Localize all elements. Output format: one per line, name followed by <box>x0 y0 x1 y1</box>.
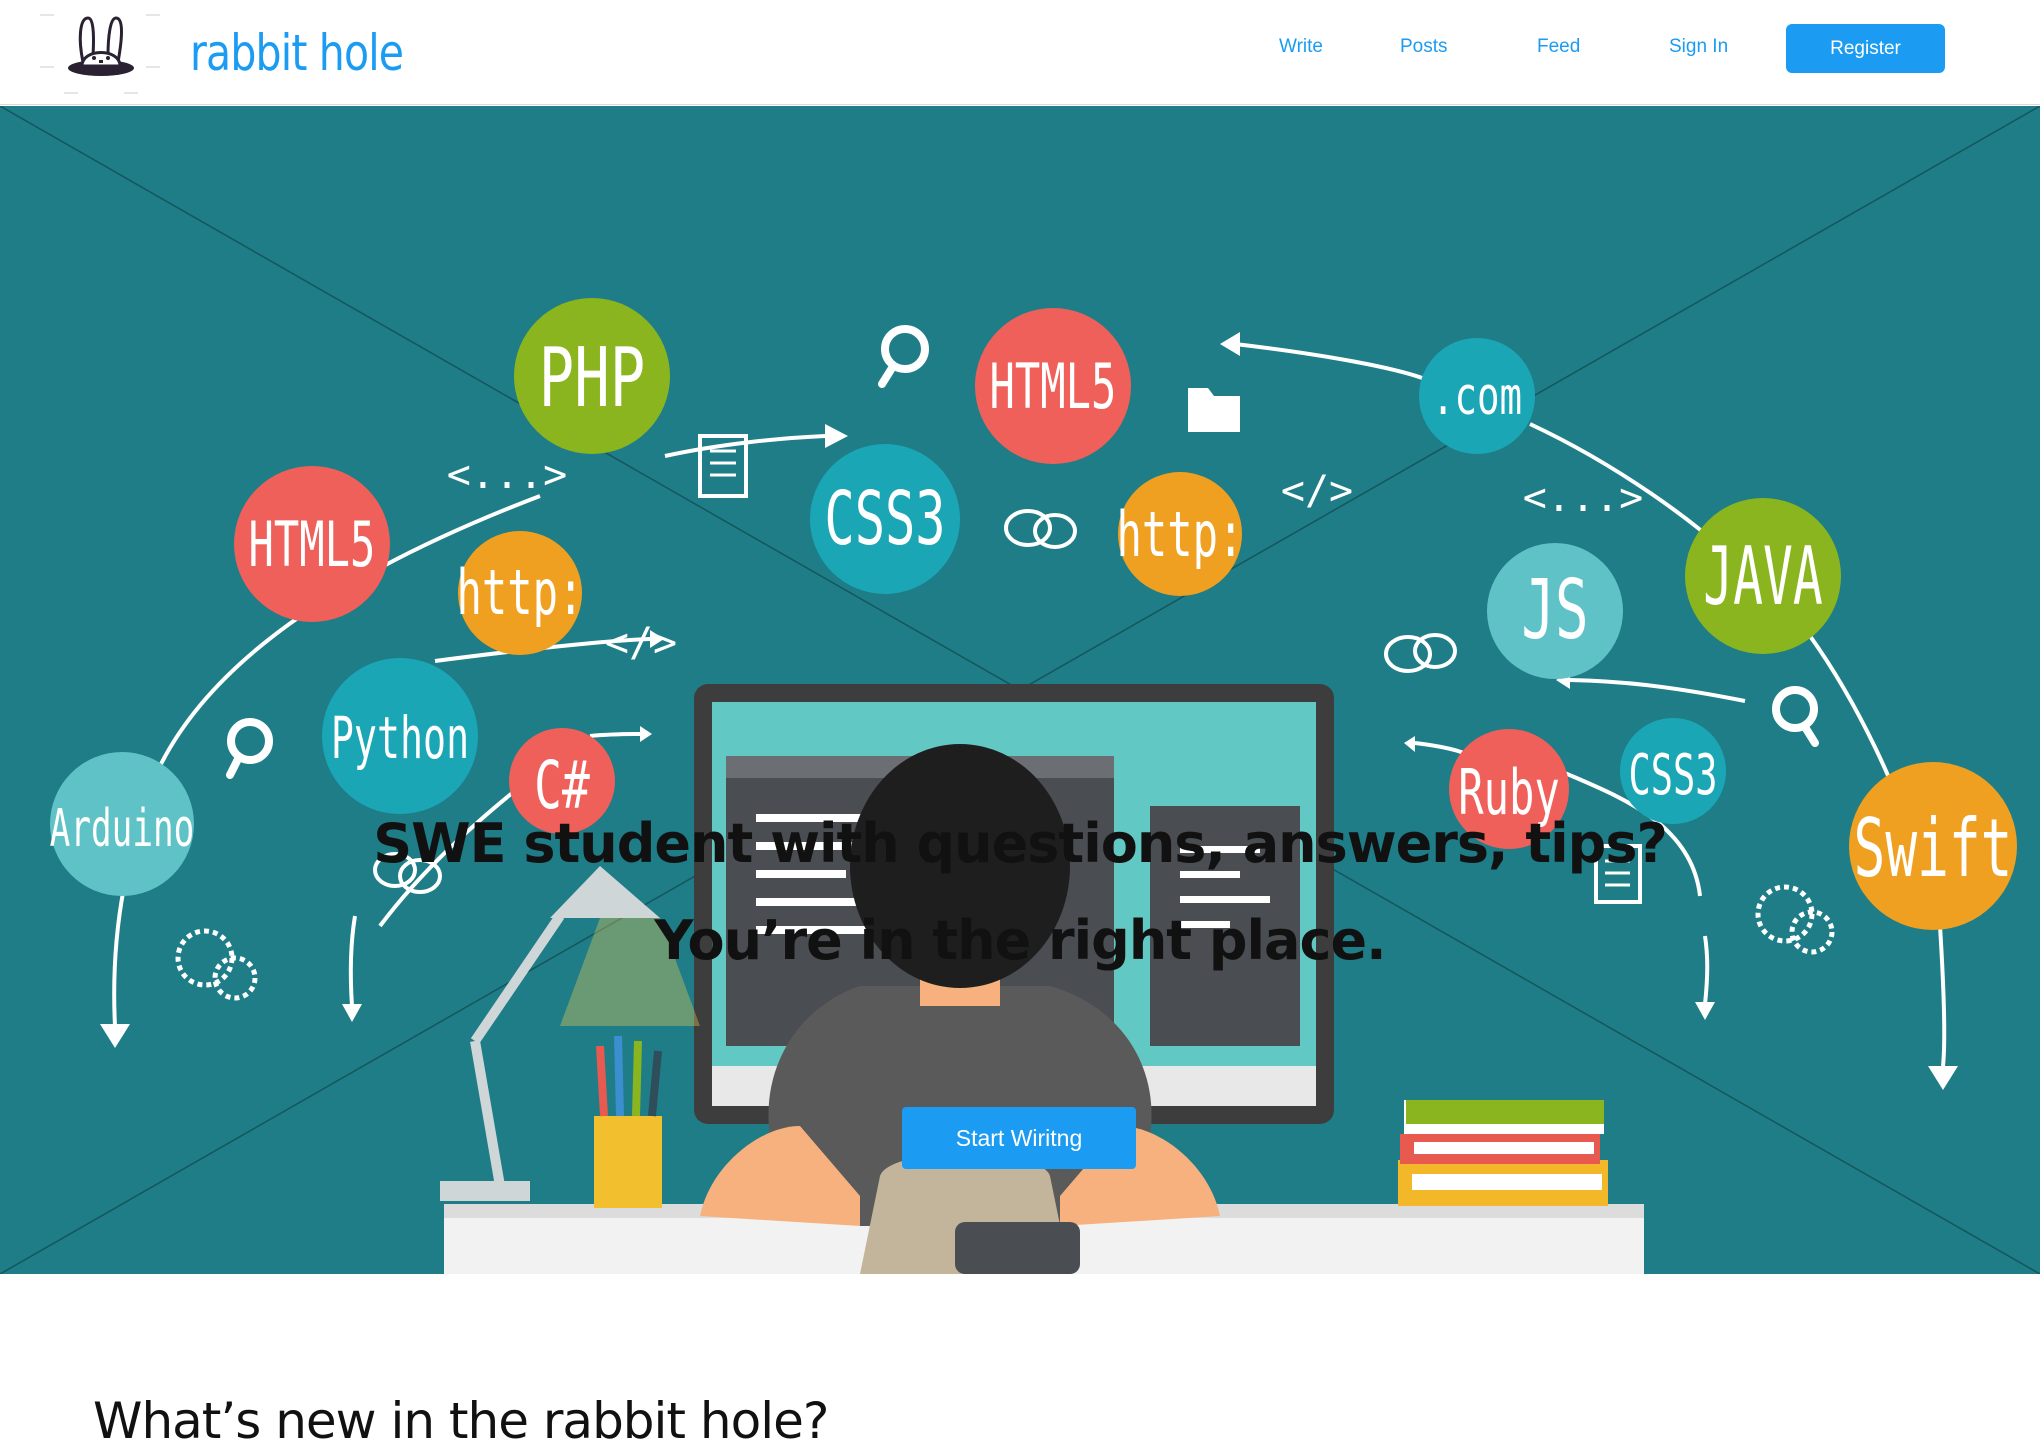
hero-headline: SWE student with questions, answers, tip… <box>373 812 1668 875</box>
register-button[interactable]: Register <box>1786 24 1945 73</box>
nav-write[interactable]: Write <box>1279 36 1323 58</box>
bubble-dotcom: .com <box>1432 366 1522 427</box>
bubble-python: Python <box>331 704 469 772</box>
bubble-css3-right: CSS3 <box>1628 743 1717 808</box>
tag-slash-mid: </> <box>1281 468 1353 514</box>
hero-subheadline: You’re in the right place. <box>654 909 1386 972</box>
bubble-html5-top: HTML5 <box>990 351 1117 424</box>
tag-slash-left: </> <box>605 620 677 666</box>
whats-new-heading: What’s new in the rabbit hole? <box>93 1392 829 1450</box>
bubble-php: PHP <box>539 330 646 425</box>
tag-dots-right: <...> <box>1523 475 1643 521</box>
bubble-java: JAVA <box>1703 529 1822 623</box>
tag-dots-left: <...> <box>447 452 567 498</box>
top-navbar: rabbit hole Write Posts Feed Sign In Reg… <box>0 0 2040 105</box>
nav-feed[interactable]: Feed <box>1537 36 1580 58</box>
rabbit-logo-icon[interactable] <box>38 8 168 98</box>
bubble-css3-center: CSS3 <box>824 475 945 562</box>
bubble-js: JS <box>1521 562 1588 658</box>
hero-illustration: PHP HTML5 .com HTML5 http: CSS3 http: JS… <box>0 106 2040 1274</box>
brand-name[interactable]: rabbit hole <box>190 24 404 82</box>
bubble-http-left: http: <box>457 557 584 630</box>
brand[interactable]: rabbit hole <box>38 8 450 98</box>
bubble-http-right: http: <box>1117 499 1244 572</box>
bubble-html5-left: HTML5 <box>249 509 376 582</box>
start-writing-button[interactable]: Start Wiritng <box>902 1107 1136 1169</box>
nav-sign-in[interactable]: Sign In <box>1669 36 1728 58</box>
nav-posts[interactable]: Posts <box>1400 36 1448 58</box>
hero-banner: PHP HTML5 .com HTML5 http: CSS3 http: JS… <box>0 106 2040 1274</box>
